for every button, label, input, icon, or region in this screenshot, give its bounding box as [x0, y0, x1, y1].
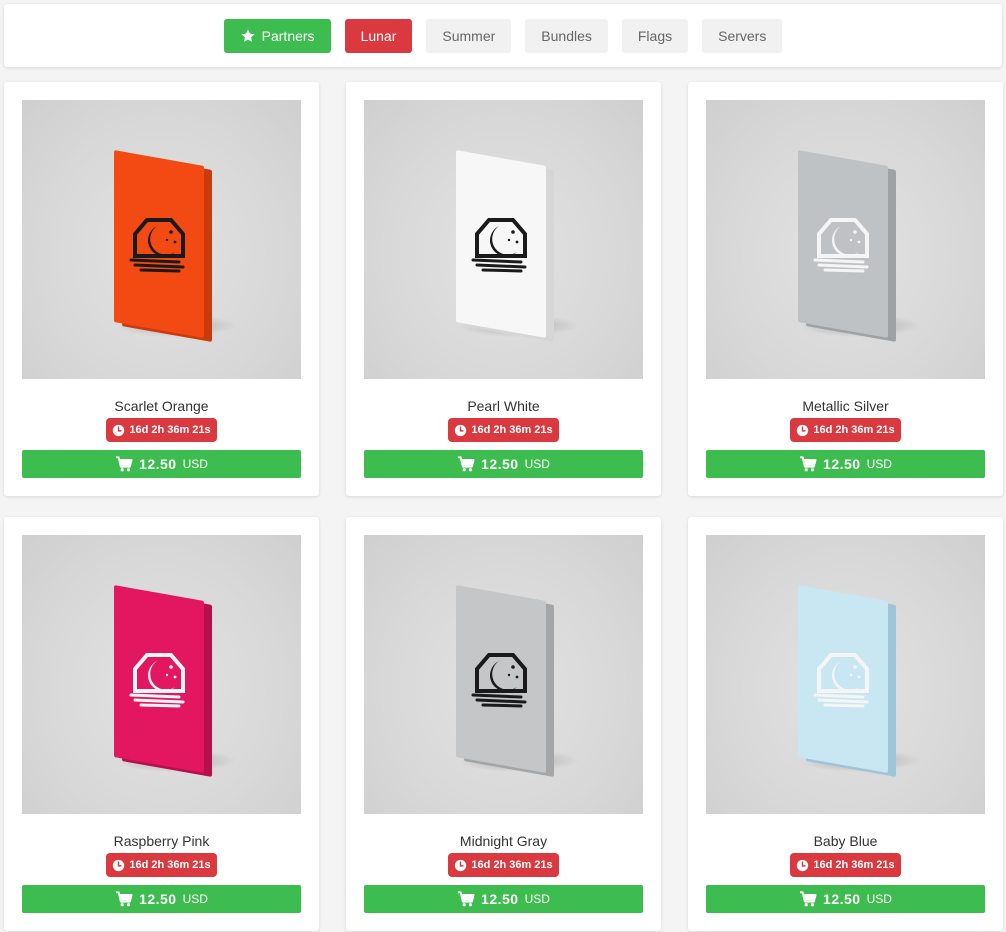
countdown-badge: 16d 2h 36m 21s	[790, 418, 901, 442]
price-currency: USD	[524, 892, 550, 906]
countdown-text: 16d 2h 36m 21s	[471, 859, 553, 871]
product-card: Raspberry Pink 16d 2h 36m 21s 12.50 USD	[4, 517, 319, 931]
tile-face	[456, 150, 546, 338]
product-card: Midnight Gray 16d 2h 36m 21s 12.50 USD	[346, 517, 661, 931]
tab-label: Partners	[261, 27, 315, 44]
product-name: Pearl White	[467, 398, 540, 414]
clock-icon	[797, 424, 809, 436]
product-image[interactable]	[706, 535, 985, 814]
tab-label: Summer	[442, 27, 496, 44]
tab-label: Lunar	[360, 27, 397, 44]
countdown-badge: 16d 2h 36m 21s	[448, 853, 559, 877]
tile-face	[114, 585, 204, 773]
product-image[interactable]	[706, 100, 985, 379]
tab-lunar[interactable]: Lunar	[344, 18, 413, 53]
tab-partners[interactable]: Partners	[223, 18, 331, 53]
product-image[interactable]	[364, 100, 643, 379]
cart-icon	[116, 891, 133, 907]
product-grid: Scarlet Orange 16d 2h 36m 21s 12.50 USD P…	[4, 82, 1003, 931]
buy-button[interactable]: 12.50 USD	[364, 885, 643, 913]
tab-label: Flags	[637, 27, 673, 44]
price-currency: USD	[866, 892, 892, 906]
product-card: Scarlet Orange 16d 2h 36m 21s 12.50 USD	[4, 82, 319, 496]
product-name: Metallic Silver	[802, 398, 889, 414]
countdown-text: 16d 2h 36m 21s	[813, 859, 895, 871]
price-currency: USD	[182, 457, 208, 471]
tab-servers[interactable]: Servers	[702, 18, 783, 53]
category-tabs-bar: Partners Lunar Summer Bundles Flags Serv…	[4, 4, 1002, 67]
cart-icon	[458, 891, 475, 907]
tab-flags[interactable]: Flags	[621, 18, 689, 53]
buy-button[interactable]: 12.50 USD	[706, 450, 985, 478]
moon-badge-icon	[813, 218, 869, 273]
clock-icon	[455, 424, 467, 436]
product-image[interactable]	[22, 535, 301, 814]
price-currency: USD	[866, 457, 892, 471]
countdown-badge: 16d 2h 36m 21s	[790, 853, 901, 877]
product-card: Baby Blue 16d 2h 36m 21s 12.50 USD	[688, 517, 1003, 931]
product-name: Raspberry Pink	[113, 833, 210, 849]
buy-button[interactable]: 12.50 USD	[22, 885, 301, 913]
star-icon	[240, 28, 255, 42]
product-card: Pearl White 16d 2h 36m 21s 12.50 USD	[346, 82, 661, 496]
countdown-text: 16d 2h 36m 21s	[813, 424, 895, 436]
price-amount: 12.50	[139, 891, 177, 907]
price-amount: 12.50	[481, 456, 519, 472]
countdown-text: 16d 2h 36m 21s	[471, 424, 553, 436]
product-image[interactable]	[22, 100, 301, 379]
cart-icon	[800, 891, 817, 907]
price-currency: USD	[182, 892, 208, 906]
countdown-text: 16d 2h 36m 21s	[129, 424, 211, 436]
moon-badge-icon	[129, 218, 185, 273]
clock-icon	[113, 859, 125, 871]
tile-face	[456, 585, 546, 773]
product-card: Metallic Silver 16d 2h 36m 21s 12.50 USD	[688, 82, 1003, 496]
buy-button[interactable]: 12.50 USD	[706, 885, 985, 913]
product-name: Baby Blue	[813, 833, 878, 849]
tab-bundles[interactable]: Bundles	[525, 18, 608, 53]
moon-badge-icon	[813, 653, 869, 708]
price-amount: 12.50	[139, 456, 177, 472]
tile-face	[798, 150, 888, 338]
clock-icon	[113, 424, 125, 436]
product-name: Scarlet Orange	[114, 398, 209, 414]
cart-icon	[800, 456, 817, 472]
tab-label: Bundles	[541, 27, 592, 44]
tab-label: Servers	[718, 27, 767, 44]
moon-badge-icon	[471, 218, 527, 273]
tile-face	[114, 150, 204, 338]
product-name: Midnight Gray	[459, 833, 548, 849]
moon-badge-icon	[129, 653, 185, 708]
buy-button[interactable]: 12.50 USD	[364, 450, 643, 478]
cart-icon	[458, 456, 475, 472]
product-image[interactable]	[364, 535, 643, 814]
countdown-badge: 16d 2h 36m 21s	[448, 418, 559, 442]
cart-icon	[116, 456, 133, 472]
clock-icon	[455, 859, 467, 871]
countdown-badge: 16d 2h 36m 21s	[106, 853, 217, 877]
price-amount: 12.50	[823, 456, 861, 472]
countdown-badge: 16d 2h 36m 21s	[106, 418, 217, 442]
price-currency: USD	[524, 457, 550, 471]
price-amount: 12.50	[481, 891, 519, 907]
countdown-text: 16d 2h 36m 21s	[129, 859, 211, 871]
price-amount: 12.50	[823, 891, 861, 907]
tab-summer[interactable]: Summer	[426, 18, 512, 53]
tile-face	[798, 585, 888, 773]
moon-badge-icon	[471, 653, 527, 708]
buy-button[interactable]: 12.50 USD	[22, 450, 301, 478]
clock-icon	[797, 859, 809, 871]
